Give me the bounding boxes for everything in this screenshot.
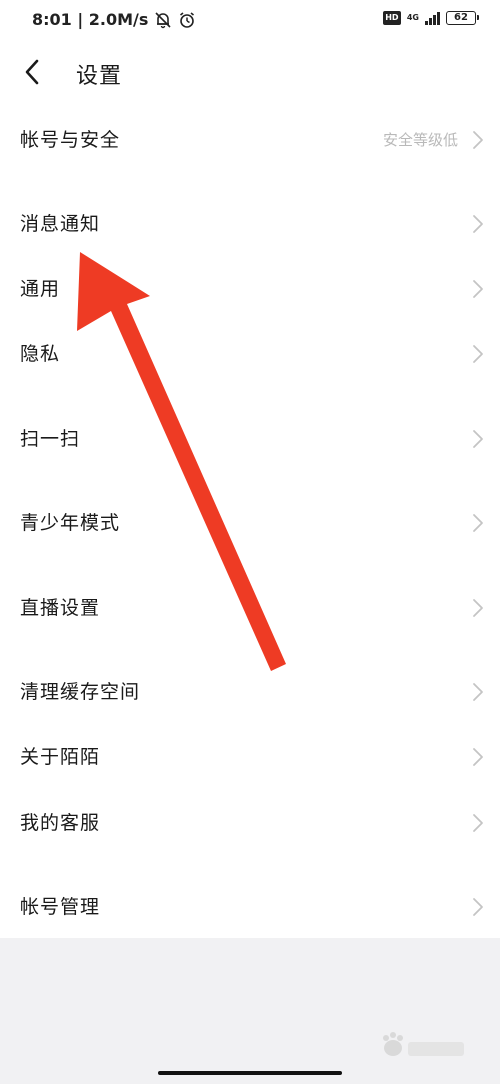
settings-item-privacy[interactable]: 隐私 <box>0 326 500 382</box>
settings-item-label: 通用 <box>20 278 61 300</box>
home-indicator[interactable] <box>158 1071 342 1075</box>
chevron-right-icon <box>473 215 483 233</box>
settings-item-clear-cache[interactable]: 清理缓存空间 <box>0 664 500 720</box>
settings-item-teen-mode[interactable]: 青少年模式 <box>0 495 500 551</box>
baidu-watermark-logo <box>383 1032 464 1056</box>
chevron-right-icon <box>473 748 483 766</box>
chevron-right-icon <box>473 430 483 448</box>
chevron-right-icon <box>473 898 483 916</box>
chevron-right-icon <box>473 814 483 832</box>
chevron-right-icon <box>473 131 483 149</box>
settings-item-live-settings[interactable]: 直播设置 <box>0 580 500 636</box>
settings-item-label: 关于陌陌 <box>20 746 101 768</box>
settings-item-customer-service[interactable]: 我的客服 <box>0 795 500 851</box>
settings-item-account-management[interactable]: 帐号管理 <box>0 879 500 935</box>
settings-item-label: 青少年模式 <box>20 512 121 534</box>
settings-item-label: 隐私 <box>20 343 61 365</box>
settings-item-account-security[interactable]: 帐号与安全 安全等级低 <box>0 112 500 168</box>
settings-item-label: 我的客服 <box>20 812 101 834</box>
settings-item-about[interactable]: 关于陌陌 <box>0 729 500 785</box>
settings-item-label: 直播设置 <box>20 597 101 619</box>
settings-list: 帐号与安全 安全等级低 消息通知 通用 隐私 扫一扫 青少年模式 直播设置 清理… <box>0 0 500 1084</box>
security-level-value: 安全等级低 <box>382 131 458 149</box>
chevron-right-icon <box>473 599 483 617</box>
chevron-right-icon <box>473 345 483 363</box>
settings-item-label: 消息通知 <box>20 213 101 235</box>
chevron-right-icon <box>473 280 483 298</box>
settings-item-label: 帐号与安全 <box>20 129 121 151</box>
settings-item-notifications[interactable]: 消息通知 <box>0 196 500 252</box>
settings-item-scan[interactable]: 扫一扫 <box>0 411 500 467</box>
settings-item-label: 清理缓存空间 <box>20 681 141 703</box>
chevron-right-icon <box>473 514 483 532</box>
settings-item-label: 扫一扫 <box>20 428 81 450</box>
settings-item-general[interactable]: 通用 <box>0 261 500 317</box>
settings-item-label: 帐号管理 <box>20 896 101 918</box>
chevron-right-icon <box>473 683 483 701</box>
bottom-area <box>0 938 500 1084</box>
